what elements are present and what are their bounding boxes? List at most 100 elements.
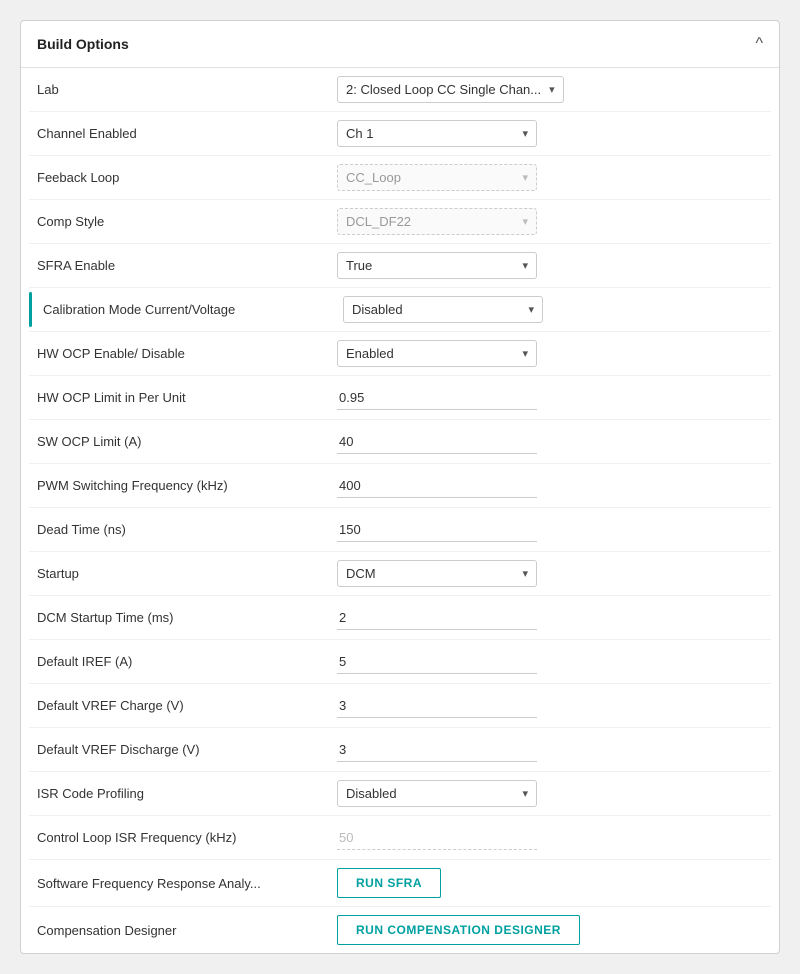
row-default_vref_charge: Default VREF Charge (V) — [29, 684, 771, 728]
dropdown-arrow-hw_ocp_enable: ▾ — [522, 347, 528, 360]
row-label-sfra_enable: SFRA Enable — [37, 258, 337, 273]
row-hw_ocp_enable: HW OCP Enable/ Disable Enabled ▾ — [29, 332, 771, 376]
select-text-calibration_mode: Disabled — [352, 302, 520, 317]
select-calibration_mode[interactable]: Disabled ▾ — [343, 296, 543, 323]
row-value-default_vref_discharge[interactable] — [337, 738, 763, 762]
dropdown-arrow-feedback_loop: ▾ — [522, 171, 528, 184]
button-sfra_run[interactable]: RUN SFRA — [337, 868, 441, 898]
select-text-startup: DCM — [346, 566, 514, 581]
row-label-sfra_run: Software Frequency Response Analy... — [37, 876, 337, 891]
panel-title: Build Options — [37, 36, 129, 52]
row-default_vref_discharge: Default VREF Discharge (V) — [29, 728, 771, 772]
row-comp_style: Comp StyleDCL_DF22▾ — [29, 200, 771, 244]
row-label-control_loop_isr: Control Loop ISR Frequency (kHz) — [37, 830, 337, 845]
row-label-pwm_switching_freq: PWM Switching Frequency (kHz) — [37, 478, 337, 493]
row-value-startup[interactable]: DCM ▾ — [337, 560, 763, 587]
row-value-isr_code_profiling[interactable]: Disabled ▾ — [337, 780, 763, 807]
row-control_loop_isr: Control Loop ISR Frequency (kHz) — [29, 816, 771, 860]
row-label-compensation_designer: Compensation Designer — [37, 923, 337, 938]
row-label-hw_ocp_enable: HW OCP Enable/ Disable — [37, 346, 337, 361]
row-hw_ocp_limit: HW OCP Limit in Per Unit — [29, 376, 771, 420]
row-value-sfra_enable[interactable]: True ▾ — [337, 252, 763, 279]
row-value-hw_ocp_enable[interactable]: Enabled ▾ — [337, 340, 763, 367]
row-dcm_startup_time: DCM Startup Time (ms) — [29, 596, 771, 640]
row-isr_code_profiling: ISR Code Profiling Disabled ▾ — [29, 772, 771, 816]
row-sw_ocp_limit: SW OCP Limit (A) — [29, 420, 771, 464]
row-value-pwm_switching_freq[interactable] — [337, 474, 763, 498]
row-label-channel_enabled: Channel Enabled — [37, 126, 337, 141]
input-dcm_startup_time[interactable] — [337, 606, 537, 630]
row-value-default_vref_charge[interactable] — [337, 694, 763, 718]
collapse-icon[interactable]: ^ — [755, 35, 763, 53]
row-value-sfra_run[interactable]: RUN SFRA — [337, 868, 763, 898]
select-startup[interactable]: DCM ▾ — [337, 560, 537, 587]
row-sfra_enable: SFRA Enable True ▾ — [29, 244, 771, 288]
row-label-default_iref: Default IREF (A) — [37, 654, 337, 669]
input-dead_time[interactable] — [337, 518, 537, 542]
row-label-calibration_mode: Calibration Mode Current/Voltage — [43, 302, 343, 317]
dropdown-arrow-startup: ▾ — [522, 567, 528, 580]
accent-bar — [29, 292, 32, 327]
dropdown-arrow-lab: ▾ — [549, 83, 555, 96]
row-channel_enabled: Channel Enabled Ch 1 ▾ — [29, 112, 771, 156]
select-hw_ocp_enable[interactable]: Enabled ▾ — [337, 340, 537, 367]
dropdown-arrow-isr_code_profiling: ▾ — [522, 787, 528, 800]
select-feedback_loop: CC_Loop ▾ — [337, 164, 537, 191]
row-label-feedback_loop: Feeback Loop — [37, 170, 337, 185]
row-value-dcm_startup_time[interactable] — [337, 606, 763, 630]
row-value-sw_ocp_limit[interactable] — [337, 430, 763, 454]
select-text-channel_enabled: Ch 1 — [346, 126, 514, 141]
row-label-dcm_startup_time: DCM Startup Time (ms) — [37, 610, 337, 625]
dropdown-arrow-channel_enabled: ▾ — [522, 127, 528, 140]
select-text-feedback_loop: CC_Loop — [346, 170, 514, 185]
select-comp_style: DCL_DF22▾ — [337, 208, 537, 235]
build-options-panel: Build Options ^ Lab2: Closed Loop CC Sin… — [20, 20, 780, 954]
row-compensation_designer: Compensation DesignerRUN COMPENSATION DE… — [29, 907, 771, 953]
row-calibration_mode: Calibration Mode Current/VoltageDisabled… — [29, 288, 771, 332]
row-value-dead_time[interactable] — [337, 518, 763, 542]
row-value-feedback_loop[interactable]: CC_Loop ▾ — [337, 164, 763, 191]
row-label-hw_ocp_limit: HW OCP Limit in Per Unit — [37, 390, 337, 405]
select-text-comp_style: DCL_DF22 — [346, 214, 514, 229]
panel-header: Build Options ^ — [21, 21, 779, 68]
button-compensation_designer[interactable]: RUN COMPENSATION DESIGNER — [337, 915, 580, 945]
row-label-lab: Lab — [37, 82, 337, 97]
row-lab: Lab 2: Closed Loop CC Single Chan... ▾ — [29, 68, 771, 112]
row-dead_time: Dead Time (ns) — [29, 508, 771, 552]
input-default_vref_charge[interactable] — [337, 694, 537, 718]
dropdown-arrow-sfra_enable: ▾ — [522, 259, 528, 272]
dropdown-arrow-calibration_mode: ▾ — [528, 303, 534, 316]
select-channel_enabled[interactable]: Ch 1 ▾ — [337, 120, 537, 147]
row-value-lab[interactable]: 2: Closed Loop CC Single Chan... ▾ — [337, 76, 763, 103]
select-isr_code_profiling[interactable]: Disabled ▾ — [337, 780, 537, 807]
input-default_iref[interactable] — [337, 650, 537, 674]
select-text-isr_code_profiling: Disabled — [346, 786, 514, 801]
select-lab[interactable]: 2: Closed Loop CC Single Chan... ▾ — [337, 76, 564, 103]
input-default_vref_discharge[interactable] — [337, 738, 537, 762]
row-label-dead_time: Dead Time (ns) — [37, 522, 337, 537]
row-feedback_loop: Feeback Loop CC_Loop ▾ — [29, 156, 771, 200]
input-control_loop_isr — [337, 826, 537, 850]
row-value-channel_enabled[interactable]: Ch 1 ▾ — [337, 120, 763, 147]
row-default_iref: Default IREF (A) — [29, 640, 771, 684]
row-value-compensation_designer[interactable]: RUN COMPENSATION DESIGNER — [337, 915, 763, 945]
row-startup: Startup DCM ▾ — [29, 552, 771, 596]
select-text-hw_ocp_enable: Enabled — [346, 346, 514, 361]
row-label-default_vref_discharge: Default VREF Discharge (V) — [37, 742, 337, 757]
select-sfra_enable[interactable]: True ▾ — [337, 252, 537, 279]
select-text-sfra_enable: True — [346, 258, 514, 273]
input-hw_ocp_limit[interactable] — [337, 386, 537, 410]
select-text-lab: 2: Closed Loop CC Single Chan... — [346, 82, 541, 97]
row-label-sw_ocp_limit: SW OCP Limit (A) — [37, 434, 337, 449]
row-value-control_loop_isr[interactable] — [337, 826, 763, 850]
row-label-startup: Startup — [37, 566, 337, 581]
row-value-hw_ocp_limit[interactable] — [337, 386, 763, 410]
row-pwm_switching_freq: PWM Switching Frequency (kHz) — [29, 464, 771, 508]
input-sw_ocp_limit[interactable] — [337, 430, 537, 454]
input-pwm_switching_freq[interactable] — [337, 474, 537, 498]
row-value-default_iref[interactable] — [337, 650, 763, 674]
row-value-comp_style[interactable]: DCL_DF22▾ — [337, 208, 763, 235]
row-label-isr_code_profiling: ISR Code Profiling — [37, 786, 337, 801]
row-sfra_run: Software Frequency Response Analy...RUN … — [29, 860, 771, 907]
row-value-calibration_mode[interactable]: Disabled ▾ — [343, 296, 763, 323]
